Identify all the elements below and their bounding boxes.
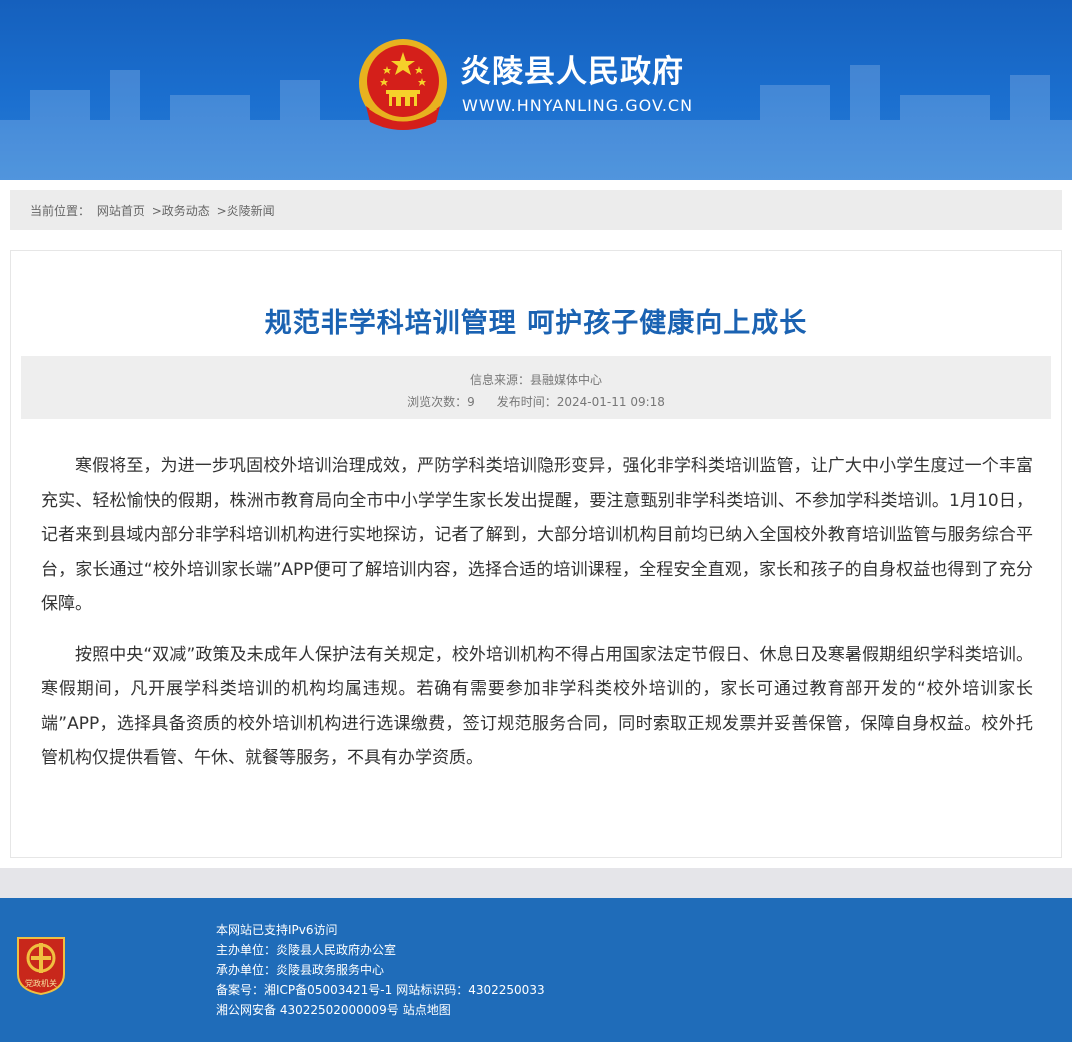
views-label: 浏览次数： bbox=[407, 395, 468, 409]
site-brand[interactable]: 炎陵县人民政府 WWW.HNYANLING.GOV.CN bbox=[356, 36, 776, 136]
site-id-value: 4302250033 bbox=[468, 983, 545, 997]
source-label: 信息来源： bbox=[469, 373, 530, 387]
icp-link[interactable]: 湘ICP备05003421号-1 bbox=[264, 983, 392, 997]
national-emblem-icon bbox=[359, 39, 447, 130]
article-container: 规范非学科培训管理 呵护孩子健康向上成长 信息来源：县融媒体中心 浏览次数：9 发… bbox=[10, 250, 1062, 858]
ipv6-notice: 本网站已支持IPv6访问 bbox=[216, 923, 338, 937]
operator-label: 承办单位： bbox=[216, 963, 277, 977]
source-value: 县融媒体中心 bbox=[530, 373, 603, 387]
operator-value: 炎陵县政务服务中心 bbox=[276, 963, 385, 977]
breadcrumb: 当前位置： 网站首页 >政务动态 >炎陵新闻 bbox=[10, 190, 1062, 230]
published-time: 2024-01-11 09:18 bbox=[556, 395, 665, 409]
breadcrumb-label: 当前位置： bbox=[30, 204, 91, 218]
host-label: 主办单位： bbox=[216, 943, 277, 957]
breadcrumb-news-link[interactable]: >政务动态 bbox=[152, 204, 210, 218]
footer-divider-band bbox=[0, 868, 1072, 898]
site-title: 炎陵县人民政府 bbox=[460, 54, 684, 90]
published-label: 发布时间： bbox=[496, 395, 557, 409]
article-body: 寒假将至，为进一步巩固校外培训治理成效，严防学科类培训隐形变异，强化非学科类培训… bbox=[41, 449, 1033, 792]
sitemap-link[interactable]: 站点地图 bbox=[403, 1003, 451, 1017]
icp-label: 备案号： bbox=[216, 983, 265, 997]
breadcrumb-home-link[interactable]: 网站首页 bbox=[97, 204, 145, 218]
party-government-badge-icon[interactable]: 党政机关 bbox=[14, 934, 68, 996]
host-value: 炎陵县人民政府办公室 bbox=[276, 943, 397, 957]
site-footer: 党政机关 本网站已支持IPv6访问 主办单位：炎陵县人民政府办公室 承办单位：炎… bbox=[0, 898, 1072, 1042]
article-paragraph: 寒假将至，为进一步巩固校外培训治理成效，严防学科类培训隐形变异，强化非学科类培训… bbox=[41, 456, 1033, 614]
badge-text: 党政机关 bbox=[25, 978, 57, 988]
site-url: WWW.HNYANLING.GOV.CN bbox=[462, 96, 694, 115]
views-count: 9 bbox=[467, 395, 475, 409]
site-header: 炎陵县人民政府 WWW.HNYANLING.GOV.CN bbox=[0, 0, 1072, 180]
article-paragraph: 按照中央“双减”政策及未成年人保护法有关规定，校外培训机构不得占用国家法定节假日… bbox=[41, 644, 1033, 769]
site-id-label: 网站标识码： bbox=[396, 983, 469, 997]
article-meta: 信息来源：县融媒体中心 浏览次数：9 发布时间：2024-01-11 09:18 bbox=[21, 356, 1051, 419]
article-title: 规范非学科培训管理 呵护孩子健康向上成长 bbox=[264, 308, 808, 339]
breadcrumb-local-news-link[interactable]: >炎陵新闻 bbox=[217, 204, 275, 218]
police-record-link[interactable]: 湘公网安备 43022502000009号 bbox=[216, 1003, 399, 1017]
footer-info: 本网站已支持IPv6访问 主办单位：炎陵县人民政府办公室 承办单位：炎陵县政务服… bbox=[216, 920, 545, 1020]
